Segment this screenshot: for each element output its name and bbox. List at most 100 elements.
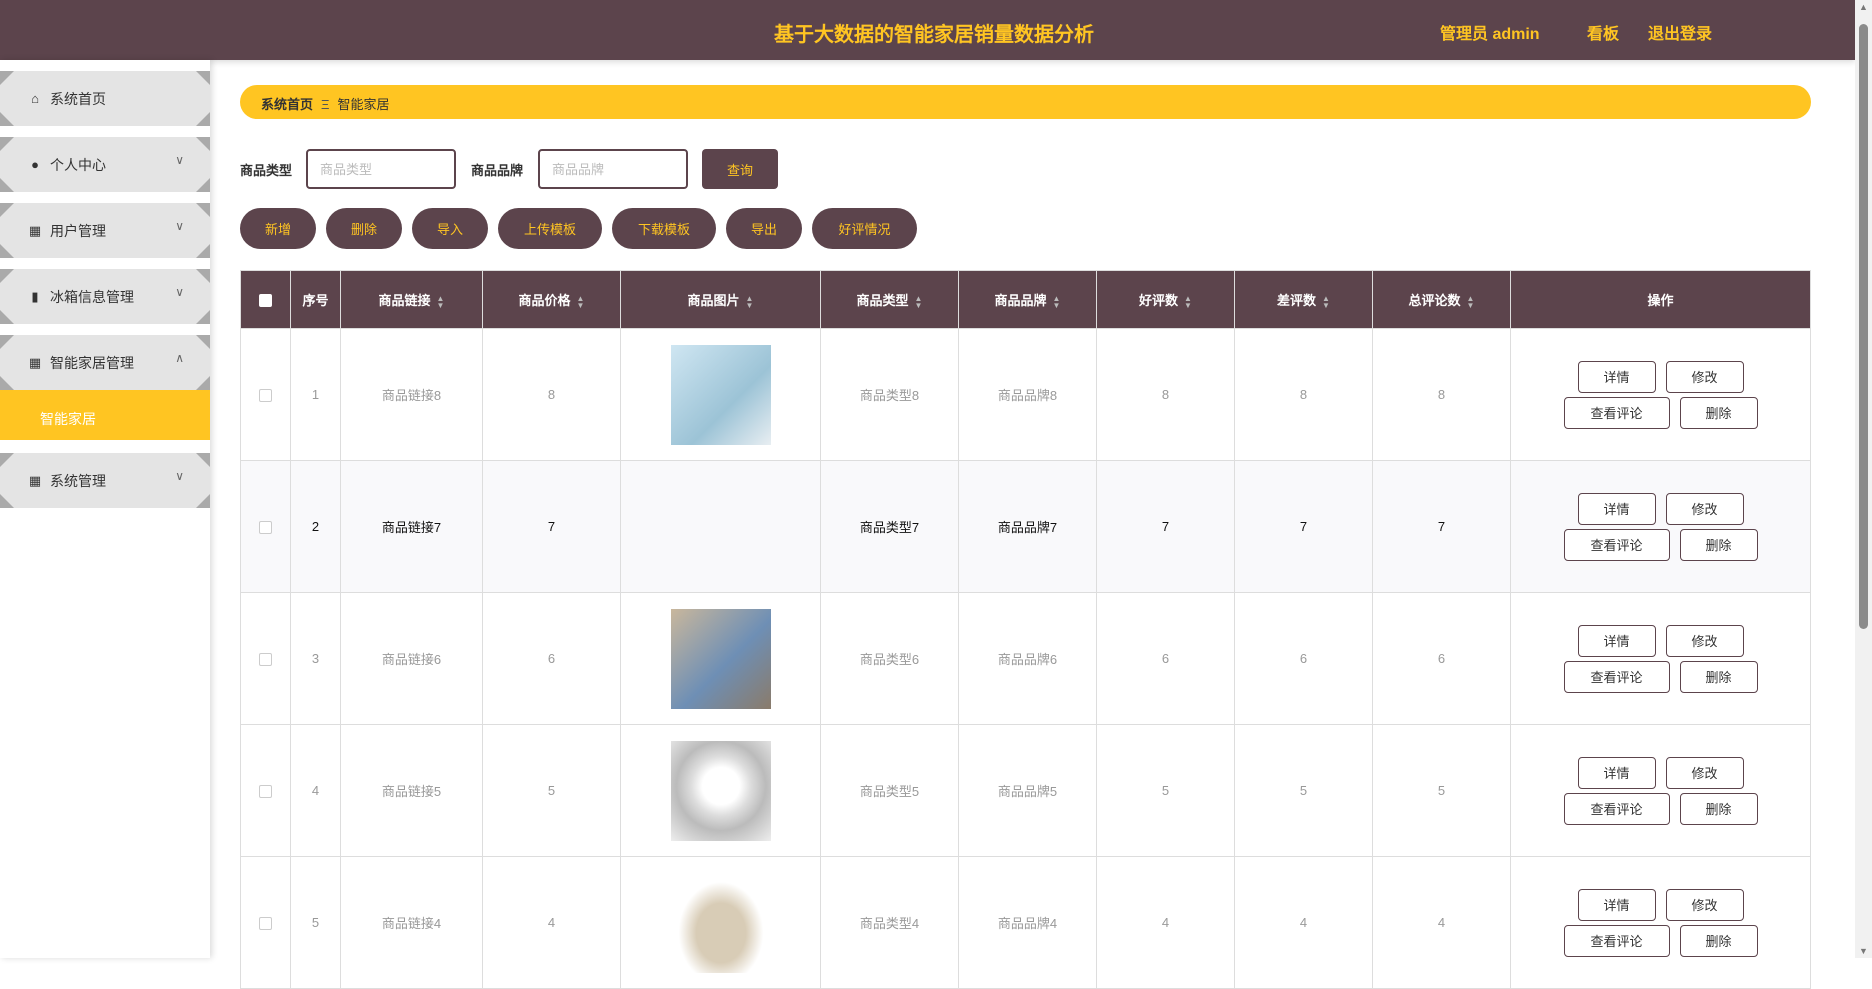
column-header-label: 商品类型: [856, 293, 909, 308]
sort-icon[interactable]: ▲ ▼: [437, 294, 445, 309]
row-delete-button[interactable]: 删除: [1679, 528, 1758, 561]
image-cell: [620, 328, 821, 461]
link-cell: 商品链接5: [340, 724, 483, 857]
detail-button[interactable]: 详情: [1577, 492, 1656, 525]
column-header: 序号: [290, 270, 341, 329]
import-button[interactable]: 导入: [412, 208, 488, 249]
product-image[interactable]: [670, 608, 771, 709]
index-cell: 5: [290, 856, 341, 989]
bad-reviews-cell: 8: [1234, 328, 1373, 461]
view-comments-button[interactable]: 查看评论: [1563, 792, 1670, 825]
column-header-label: 好评数: [1139, 293, 1179, 308]
good-review-button[interactable]: 好评情况: [812, 208, 917, 249]
edit-button[interactable]: 修改: [1665, 756, 1744, 789]
detail-button[interactable]: 详情: [1577, 756, 1656, 789]
delete-button[interactable]: 删除: [326, 208, 402, 249]
link-cell: 商品链接8: [340, 328, 483, 461]
detail-button[interactable]: 详情: [1577, 624, 1656, 657]
product-table: 序号 商品链接 ▲ ▼ 商品价格 ▲ ▼ 商品图片 ▲ ▼ 商品类型 ▲ ▼ 商品品牌 ▲ ▼ 好评数 ▲ ▼ 差评数…: [240, 270, 1811, 989]
column-header[interactable]: 好评数 ▲ ▼: [1096, 270, 1235, 329]
column-header[interactable]: 总评论数 ▲ ▼: [1372, 270, 1511, 329]
good-reviews-cell: 4: [1096, 856, 1235, 989]
price-cell: 5: [482, 724, 621, 857]
column-header[interactable]: 商品类型 ▲ ▼: [820, 270, 959, 329]
sort-icon[interactable]: ▲ ▼: [1184, 294, 1192, 309]
sort-icon[interactable]: ▲ ▼: [1467, 294, 1475, 309]
sort-icon[interactable]: ▲ ▼: [915, 294, 923, 309]
view-comments-button[interactable]: 查看评论: [1563, 396, 1670, 429]
link-cell: 商品链接6: [340, 592, 483, 725]
detail-button[interactable]: 详情: [1577, 888, 1656, 921]
detail-button[interactable]: 详情: [1577, 360, 1656, 393]
column-header[interactable]: 商品品牌 ▲ ▼: [958, 270, 1097, 329]
view-comments-button[interactable]: 查看评论: [1563, 924, 1670, 957]
grid-icon: ▦: [28, 354, 42, 370]
row-select-cell: [240, 328, 291, 461]
download-template-button[interactable]: 下载模板: [612, 208, 716, 249]
dashboard-link[interactable]: 看板: [1587, 20, 1619, 44]
type-cell: 商品类型4: [820, 856, 959, 989]
product-image[interactable]: [670, 344, 771, 445]
edit-button[interactable]: 修改: [1665, 492, 1744, 525]
type-cell: 商品类型7: [820, 460, 959, 593]
sort-icon[interactable]: ▲ ▼: [1322, 294, 1330, 309]
brand-cell: 商品品牌5: [958, 724, 1097, 857]
logout-link[interactable]: 退出登录: [1648, 20, 1712, 44]
column-header[interactable]: 商品链接 ▲ ▼: [340, 270, 483, 329]
brand-cell: 商品品牌7: [958, 460, 1097, 593]
index-cell: 4: [290, 724, 341, 857]
product-image[interactable]: [671, 477, 771, 577]
scroll-down-icon[interactable]: ▼: [1859, 946, 1868, 956]
sidebar-subitem-smarthome[interactable]: 智能家居: [0, 390, 210, 440]
sidebar-item-personal[interactable]: ● 个人中心 ∨: [0, 137, 210, 192]
type-input[interactable]: [306, 149, 456, 189]
row-checkbox[interactable]: [259, 785, 272, 799]
scrollbar-thumb[interactable]: [1859, 24, 1868, 629]
column-header-label: 操作: [1647, 293, 1674, 308]
image-cell: [620, 856, 821, 989]
export-button[interactable]: 导出: [726, 208, 802, 249]
sidebar-item-users[interactable]: ▦ 用户管理 ∨: [0, 203, 210, 258]
admin-user-link[interactable]: 管理员 admin: [1440, 20, 1540, 44]
sidebar-item-smarthome[interactable]: ▦ 智能家居管理 ∧: [0, 335, 210, 390]
sidebar-item-home[interactable]: ⌂ 系统首页: [0, 71, 210, 126]
column-header[interactable]: 商品图片 ▲ ▼: [620, 270, 821, 329]
brand-cell: 商品品牌8: [958, 328, 1097, 461]
brand-input[interactable]: [538, 149, 688, 189]
edit-button[interactable]: 修改: [1665, 624, 1744, 657]
row-delete-button[interactable]: 删除: [1679, 660, 1758, 693]
sidebar-item-system[interactable]: ▦ 系统管理 ∨: [0, 453, 210, 508]
edit-button[interactable]: 修改: [1665, 360, 1744, 393]
chevron-down-icon: ∨: [175, 469, 184, 483]
breadcrumb-home[interactable]: 系统首页: [261, 97, 313, 112]
sort-icon[interactable]: ▲ ▼: [1053, 294, 1061, 309]
column-header[interactable]: 差评数 ▲ ▼: [1234, 270, 1373, 329]
add-button[interactable]: 新增: [240, 208, 316, 249]
row-checkbox[interactable]: [259, 389, 272, 403]
column-header-label: 商品链接: [378, 293, 431, 308]
row-delete-button[interactable]: 删除: [1679, 792, 1758, 825]
view-comments-button[interactable]: 查看评论: [1563, 660, 1670, 693]
sort-icon[interactable]: ▲ ▼: [746, 294, 754, 309]
total-reviews-cell: 8: [1372, 328, 1511, 461]
good-reviews-cell: 8: [1096, 328, 1235, 461]
query-button[interactable]: 查询: [702, 149, 778, 189]
sidebar-item-label: 系统管理: [50, 472, 106, 489]
page-scrollbar[interactable]: ▲ ▼: [1855, 0, 1872, 958]
row-checkbox[interactable]: [259, 917, 272, 931]
actions-cell: 详情 修改 查看评论 删除: [1510, 856, 1811, 989]
row-checkbox[interactable]: [259, 521, 272, 535]
sidebar-item-fridge[interactable]: ▮ 冰箱信息管理 ∨: [0, 269, 210, 324]
scroll-up-icon[interactable]: ▲: [1859, 2, 1868, 12]
edit-button[interactable]: 修改: [1665, 888, 1744, 921]
select-all-checkbox[interactable]: [259, 294, 272, 308]
row-delete-button[interactable]: 删除: [1679, 396, 1758, 429]
view-comments-button[interactable]: 查看评论: [1563, 528, 1670, 561]
row-delete-button[interactable]: 删除: [1679, 924, 1758, 957]
column-header-label: 总评论数: [1408, 293, 1461, 308]
row-checkbox[interactable]: [259, 653, 272, 667]
product-image[interactable]: [670, 740, 771, 841]
column-header[interactable]: 商品价格 ▲ ▼: [482, 270, 621, 329]
sort-icon[interactable]: ▲ ▼: [577, 294, 585, 309]
upload-template-button[interactable]: 上传模板: [498, 208, 602, 249]
